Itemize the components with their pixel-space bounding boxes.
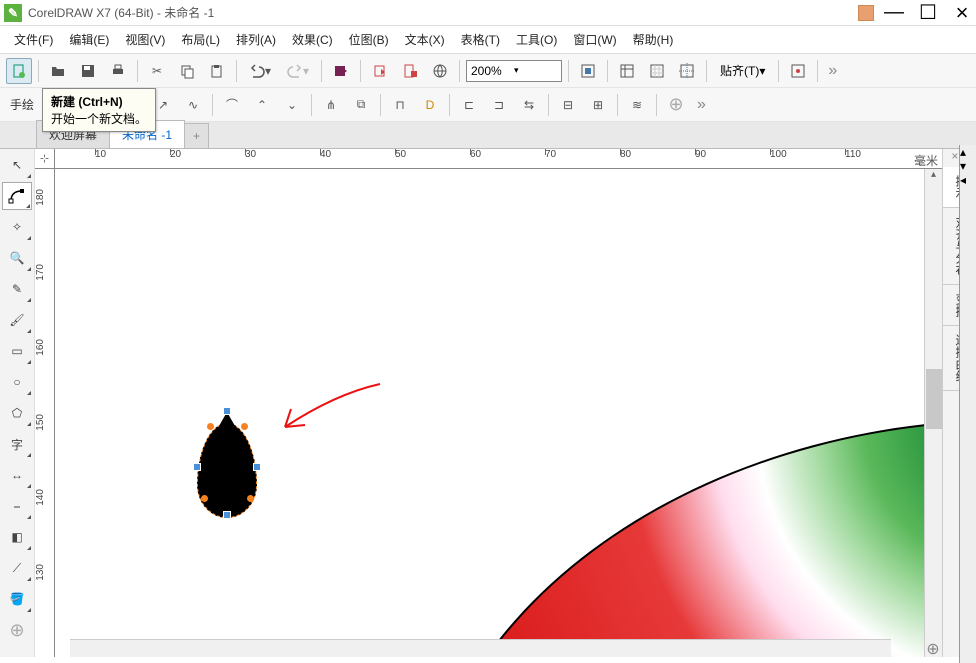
print-button[interactable]	[105, 58, 131, 84]
palette-up[interactable]: ▴	[960, 145, 976, 159]
shape-tool[interactable]	[2, 182, 32, 210]
maximize-button[interactable]: ☐	[918, 0, 938, 25]
page-navigator[interactable]	[70, 639, 891, 657]
tooltip: 新建 (Ctrl+N) 开始一个新文档。	[42, 88, 156, 132]
new-button[interactable]	[6, 58, 32, 84]
zoom-combo[interactable]: 200%▾	[466, 60, 562, 82]
scrollbar-thumb[interactable]	[926, 369, 942, 429]
cut-button[interactable]: ✂	[144, 58, 170, 84]
prop-align-nodes[interactable]: ⊞	[585, 92, 611, 118]
fullscreen-button[interactable]	[575, 58, 601, 84]
show-rulers-button[interactable]	[614, 58, 640, 84]
prop-add[interactable]: ⊕	[663, 92, 689, 118]
workspace: ↖ ✧ 🔍 ✎ 🖌 ▭ ○ ⬠ 字 ↔ ⎯ ◧ ⟋ 🪣 ⊕ ⊹ 10 20 30…	[0, 149, 976, 657]
prop-extract[interactable]: ⊟	[555, 92, 581, 118]
ruler-unit: 毫米	[914, 152, 938, 169]
annotation-arrow	[255, 379, 385, 439]
color-palette: ▴ ▾ ◂	[959, 145, 976, 663]
menu-arrange[interactable]: 排列(A)	[230, 28, 282, 51]
tooltip-title: 新建 (Ctrl+N)	[51, 93, 147, 110]
prop-node-2[interactable]: ⌃	[249, 92, 275, 118]
interactive-tool[interactable]: ◧	[2, 523, 32, 551]
toolbar1-overflow[interactable]: »	[824, 62, 841, 80]
window-title: CorelDRAW X7 (64-Bit) - 未命名 -1	[28, 4, 858, 21]
prop-join[interactable]: ⊓	[387, 92, 413, 118]
seed-shape-selected[interactable]	[197, 423, 257, 518]
menu-text[interactable]: 文本(X)	[399, 28, 451, 51]
toolbar2-overflow[interactable]: »	[693, 96, 710, 114]
prop-extend[interactable]: ⊏	[456, 92, 482, 118]
menu-effects[interactable]: 效果(C)	[286, 28, 339, 51]
text-tool[interactable]: 字	[2, 430, 32, 458]
prop-elastic[interactable]: ≋	[624, 92, 650, 118]
zoom-tool[interactable]: 🔍	[2, 244, 32, 272]
prop-node-1[interactable]: ⌒	[219, 92, 245, 118]
canvas-area: ⊹ 10 20 30 40 50 60 70 80 90 100 110 毫米 …	[35, 149, 942, 657]
menu-tools[interactable]: 工具(O)	[510, 28, 563, 51]
redo-button[interactable]: ▾	[281, 58, 315, 84]
tab-add[interactable]: +	[184, 123, 209, 148]
menu-window[interactable]: 窗口(W)	[567, 28, 622, 51]
open-button[interactable]	[45, 58, 71, 84]
menu-table[interactable]: 表格(T)	[455, 28, 506, 51]
zoom-value: 200%	[471, 64, 514, 78]
prop-node-5[interactable]: ⧉	[348, 92, 374, 118]
publish-web-button[interactable]	[427, 58, 453, 84]
copy-button[interactable]	[174, 58, 200, 84]
rectangle-tool[interactable]: ▭	[2, 337, 32, 365]
show-guides-button[interactable]	[674, 58, 700, 84]
prop-curve-2[interactable]: ∿	[180, 92, 206, 118]
menu-file[interactable]: 文件(F)	[8, 28, 59, 51]
toolbox: ↖ ✧ 🔍 ✎ 🖌 ▭ ○ ⬠ 字 ↔ ⎯ ◧ ⟋ 🪣 ⊕	[0, 149, 35, 657]
prop-break[interactable]: D	[417, 92, 443, 118]
app-logo: ✎	[4, 4, 22, 22]
artistic-media-tool[interactable]: 🖌	[2, 306, 32, 334]
undo-button[interactable]: ▾	[243, 58, 277, 84]
drawing-canvas[interactable]	[55, 169, 924, 657]
navigator-button[interactable]: ⊕	[925, 641, 941, 657]
standard-toolbar: ✂ ▾ ▾ 200%▾ 贴齐(T) ▾ »	[0, 54, 976, 88]
title-bar: ✎ CorelDRAW X7 (64-Bit) - 未命名 -1 — ☐ ×	[0, 0, 976, 26]
user-avatar[interactable]	[858, 5, 874, 21]
prop-node-4[interactable]: ⋔	[318, 92, 344, 118]
menu-layout[interactable]: 布局(L)	[175, 28, 226, 51]
vertical-ruler[interactable]: 180 170 160 150 140 130	[35, 169, 55, 657]
menu-bar: 文件(F) 编辑(E) 视图(V) 布局(L) 排列(A) 效果(C) 位图(B…	[0, 26, 976, 54]
palette-flyout[interactable]: ◂	[960, 173, 976, 187]
connector-tool[interactable]: ⎯	[2, 492, 32, 520]
prop-reverse[interactable]: ⇆	[516, 92, 542, 118]
minimize-button[interactable]: —	[884, 1, 904, 24]
dimension-tool[interactable]: ↔	[2, 461, 32, 489]
propbar-mode: 手绘	[6, 96, 38, 113]
ellipse-tool[interactable]: ○	[2, 368, 32, 396]
paste-button[interactable]	[204, 58, 230, 84]
options-button[interactable]	[785, 58, 811, 84]
menu-edit[interactable]: 编辑(E)	[63, 28, 115, 51]
freehand-tool[interactable]: ✎	[2, 275, 32, 303]
tooltip-desc: 开始一个新文档。	[51, 110, 147, 127]
save-button[interactable]	[75, 58, 101, 84]
toolbox-add[interactable]: ⊕	[2, 616, 32, 644]
prop-close-curve[interactable]: ⊐	[486, 92, 512, 118]
eyedropper-tool[interactable]: ⟋	[2, 554, 32, 582]
close-button[interactable]: ×	[952, 0, 972, 26]
watermelon-shape[interactable]	[415, 419, 924, 657]
menu-help[interactable]: 帮助(H)	[627, 28, 680, 51]
snap-dropdown[interactable]: 贴齐(T) ▾	[713, 59, 772, 83]
menu-bitmap[interactable]: 位图(B)	[343, 28, 395, 51]
fill-tool[interactable]: 🪣	[2, 585, 32, 613]
crop-tool[interactable]: ✧	[2, 213, 32, 241]
prop-node-3[interactable]: ⌄	[279, 92, 305, 118]
polygon-tool[interactable]: ⬠	[2, 399, 32, 427]
pick-tool[interactable]: ↖	[2, 151, 32, 179]
import-button[interactable]	[328, 58, 354, 84]
palette-down[interactable]: ▾	[960, 159, 976, 173]
horizontal-ruler[interactable]: 10 20 30 40 50 60 70 80 90 100 110 毫米	[55, 149, 942, 169]
publish-pdf-button[interactable]	[397, 58, 423, 84]
ruler-origin-icon[interactable]: ⊹	[35, 149, 55, 169]
menu-view[interactable]: 视图(V)	[119, 28, 171, 51]
vertical-scrollbar[interactable]: ▴ ⊕	[924, 169, 942, 657]
export-button[interactable]	[367, 58, 393, 84]
show-grid-button[interactable]	[644, 58, 670, 84]
